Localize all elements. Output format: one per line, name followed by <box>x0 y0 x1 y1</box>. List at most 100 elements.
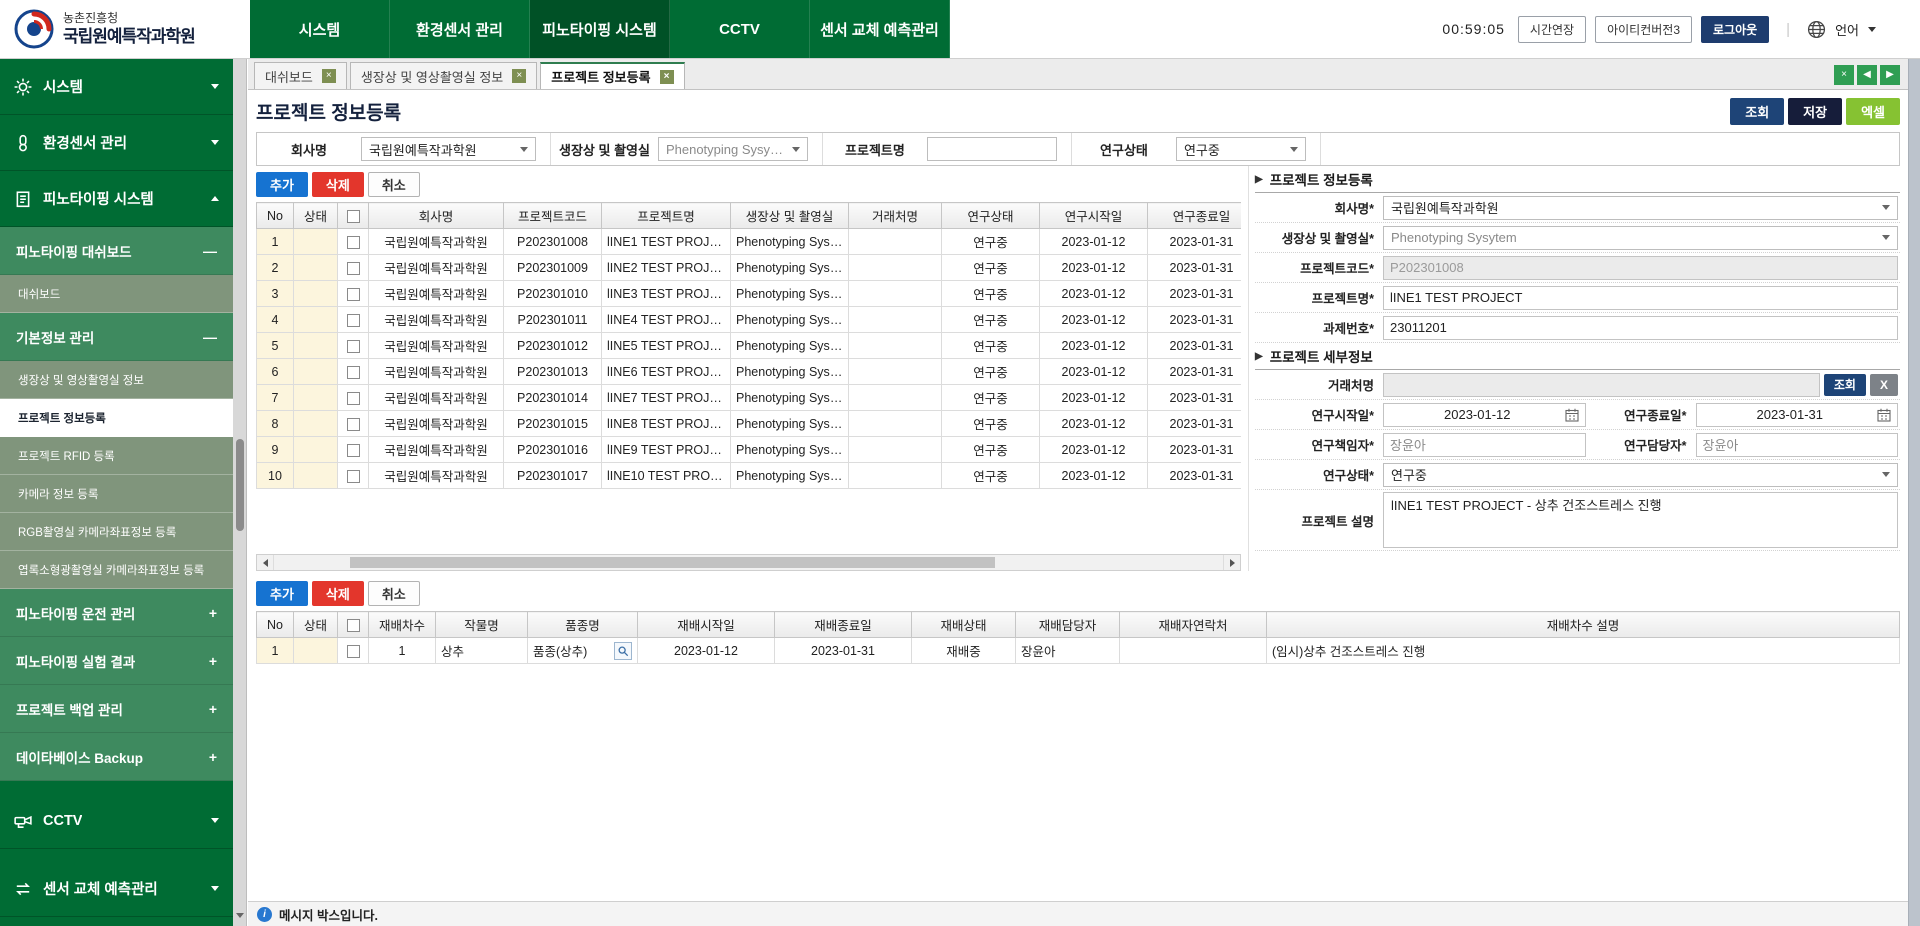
client-search-button[interactable]: 조회 <box>1824 374 1866 396</box>
status-filter-select[interactable]: 연구중 <box>1176 137 1306 161</box>
table-row[interactable]: 9국립원예특작과학원P202301016lINE9 TEST PROJECTPh… <box>257 437 1242 463</box>
tab-project-register[interactable]: 프로젝트 정보등록× <box>540 62 684 89</box>
sidebar-item-phenotyping-dashboard[interactable]: 피노타이핑 대쉬보드— <box>0 227 233 275</box>
company-select[interactable]: 국립원예특작과학원 <box>1383 196 1898 220</box>
add-cultivation-button[interactable]: 추가 <box>256 581 308 606</box>
user-button[interactable]: 아이티컨버전3 <box>1595 16 1692 43</box>
scroll-right-icon[interactable] <box>1223 555 1240 570</box>
research-status-select[interactable]: 연구중 <box>1383 463 1898 487</box>
scrollbar-track[interactable] <box>274 555 1223 570</box>
logout-button[interactable]: 로그아웃 <box>1701 16 1769 43</box>
project-name-filter-input[interactable] <box>927 137 1057 161</box>
collapse-chevron-icon[interactable] <box>236 913 244 918</box>
tab-chamber-info[interactable]: 생장상 및 영상촬영실 정보× <box>350 62 537 89</box>
splitter-scrollbar-thumb[interactable] <box>236 439 244 531</box>
row-checkbox[interactable] <box>347 645 360 658</box>
select-all-checkbox[interactable] <box>347 619 360 632</box>
add-row-button[interactable]: 추가 <box>256 172 308 197</box>
company-filter-select[interactable]: 국립원예특작과학원 <box>361 137 536 161</box>
save-button[interactable]: 저장 <box>1788 98 1842 125</box>
table-row[interactable]: 11상추품종(상추)2023-01-122023-01-31재배중장윤아(임시)… <box>257 638 1900 664</box>
sidebar-item-camera-info[interactable]: 카메라 정보 등록 <box>0 475 233 513</box>
table-row[interactable]: 2국립원예특작과학원P202301009lINE2 TEST PROJECTPh… <box>257 255 1242 281</box>
col-header-company: 회사명 <box>369 203 504 229</box>
project-name-input[interactable]: lINE1 TEST PROJECT <box>1383 286 1898 310</box>
start-date-input[interactable]: 2023-01-12 <box>1383 403 1586 427</box>
row-checkbox[interactable] <box>347 236 360 249</box>
next-tab-button[interactable]: ▶ <box>1880 65 1900 85</box>
delete-cultivation-button[interactable]: 삭제 <box>312 581 364 606</box>
tab-close-icon[interactable]: × <box>322 69 336 83</box>
row-checkbox[interactable] <box>347 288 360 301</box>
sidebar-item-system[interactable]: 시스템 <box>0 59 233 115</box>
top-nav-item-phenotyping[interactable]: 피노타이핑 시스템 <box>530 0 670 58</box>
table-row[interactable]: 1국립원예특작과학원P202301008lINE1 TEST PROJECTPh… <box>257 229 1242 255</box>
sidebar-item-cctv[interactable]: CCTV <box>0 793 233 849</box>
close-all-tabs-button[interactable]: × <box>1834 65 1854 85</box>
scrollbar-thumb[interactable] <box>350 557 995 568</box>
sidebar-item-basic-info-mgmt[interactable]: 기본정보 관리— <box>0 313 233 361</box>
prev-tab-button[interactable]: ◀ <box>1857 65 1877 85</box>
table-row[interactable]: 7국립원예특작과학원P202301014lINE7 TEST PROJECTPh… <box>257 385 1242 411</box>
chamber-select[interactable]: Phenotyping Sysytem <box>1383 226 1898 250</box>
top-nav-item-sensor-replace[interactable]: 센서 교체 예측관리 <box>810 0 950 58</box>
client-clear-button[interactable]: X <box>1870 374 1898 396</box>
sidebar-item-sensor-replace-predict[interactable]: 센서 교체 예측관리 <box>0 861 233 917</box>
row-checkbox[interactable] <box>347 366 360 379</box>
calendar-icon[interactable] <box>1565 408 1579 422</box>
excel-button[interactable]: 엑셀 <box>1846 98 1900 125</box>
language-chevron-down-icon[interactable] <box>1868 27 1876 32</box>
language-label[interactable]: 언어 <box>1835 20 1859 39</box>
sidebar-item-phenotyping-operation[interactable]: 피노타이핑 운전 관리+ <box>0 589 233 637</box>
table-row[interactable]: 5국립원예특작과학원P202301012lINE5 TEST PROJECTPh… <box>257 333 1242 359</box>
sidebar-splitter[interactable] <box>233 59 247 926</box>
sidebar-item-phenotyping-system[interactable]: 피노타이핑 시스템 <box>0 171 233 227</box>
sidebar-item-project-backup[interactable]: 프로젝트 백업 관리+ <box>0 685 233 733</box>
row-checkbox[interactable] <box>347 418 360 431</box>
sidebar-item-phenotyping-results[interactable]: 피노타이핑 실험 결과+ <box>0 637 233 685</box>
variety-search-icon[interactable] <box>614 642 632 660</box>
sidebar-item-project-register[interactable]: 프로젝트 정보등록 <box>0 399 233 437</box>
horizontal-scrollbar[interactable] <box>256 554 1241 571</box>
row-checkbox[interactable] <box>347 392 360 405</box>
task-number-input[interactable]: 23011201 <box>1383 316 1898 340</box>
table-row[interactable]: 10국립원예특작과학원P202301017lINE10 TEST PROJE..… <box>257 463 1242 489</box>
row-checkbox[interactable] <box>347 314 360 327</box>
end-date-input[interactable]: 2023-01-31 <box>1696 403 1899 427</box>
table-row[interactable]: 6국립원예특작과학원P202301013lINE6 TEST PROJECTPh… <box>257 359 1242 385</box>
search-button[interactable]: 조회 <box>1730 98 1784 125</box>
chamber-filter-select[interactable]: Phenotyping Sysytem <box>658 137 808 161</box>
select-all-checkbox[interactable] <box>347 210 360 223</box>
tab-close-icon[interactable]: × <box>512 69 526 83</box>
leader-input[interactable]: 장윤아 <box>1383 433 1586 457</box>
cancel-cultivation-button[interactable]: 취소 <box>368 581 420 606</box>
project-desc-textarea[interactable]: lINE1 TEST PROJECT - 상추 건조스트레스 진행 <box>1383 492 1898 548</box>
manager-input[interactable]: 장윤아 <box>1696 433 1899 457</box>
tab-dashboard[interactable]: 대쉬보드× <box>254 62 347 89</box>
sidebar-item-env-sensor-mgmt[interactable]: 환경센서 관리 <box>0 115 233 171</box>
table-row[interactable]: 8국립원예특작과학원P202301015lINE8 TEST PROJECTPh… <box>257 411 1242 437</box>
top-nav-item-system[interactable]: 시스템 <box>250 0 390 58</box>
row-checkbox[interactable] <box>347 444 360 457</box>
tab-close-icon[interactable]: × <box>660 70 674 84</box>
calendar-icon[interactable] <box>1877 408 1891 422</box>
row-checkbox[interactable] <box>347 470 360 483</box>
sidebar-item-chamber-info[interactable]: 생장상 및 영상촬영실 정보 <box>0 361 233 399</box>
scroll-left-icon[interactable] <box>257 555 274 570</box>
extend-time-button[interactable]: 시간연장 <box>1518 16 1586 43</box>
table-row[interactable]: 4국립원예특작과학원P202301011lINE4 TEST PROJECTPh… <box>257 307 1242 333</box>
top-nav-item-env-sensor[interactable]: 환경센서 관리 <box>390 0 530 58</box>
sidebar-item-chlorophyll-camera-coord[interactable]: 엽록소형광촬영실 카메라좌표정보 등록 <box>0 551 233 589</box>
top-nav-item-cctv[interactable]: CCTV <box>670 0 810 58</box>
sidebar-item-project-rfid[interactable]: 프로젝트 RFID 등록 <box>0 437 233 475</box>
table-row[interactable]: 3국립원예특작과학원P202301010lINE3 TEST PROJECTPh… <box>257 281 1242 307</box>
sidebar-item-dashboard[interactable]: 대쉬보드 <box>0 275 233 313</box>
sidebar-item-rgb-camera-coord[interactable]: RGB촬영실 카메라좌표정보 등록 <box>0 513 233 551</box>
client-name-input[interactable] <box>1383 373 1820 397</box>
delete-row-button[interactable]: 삭제 <box>312 172 364 197</box>
cancel-button[interactable]: 취소 <box>368 172 420 197</box>
row-checkbox[interactable] <box>347 340 360 353</box>
sidebar-item-database-backup[interactable]: 데이타베이스 Backup+ <box>0 733 233 781</box>
window-scrollbar[interactable] <box>1908 59 1920 926</box>
row-checkbox[interactable] <box>347 262 360 275</box>
